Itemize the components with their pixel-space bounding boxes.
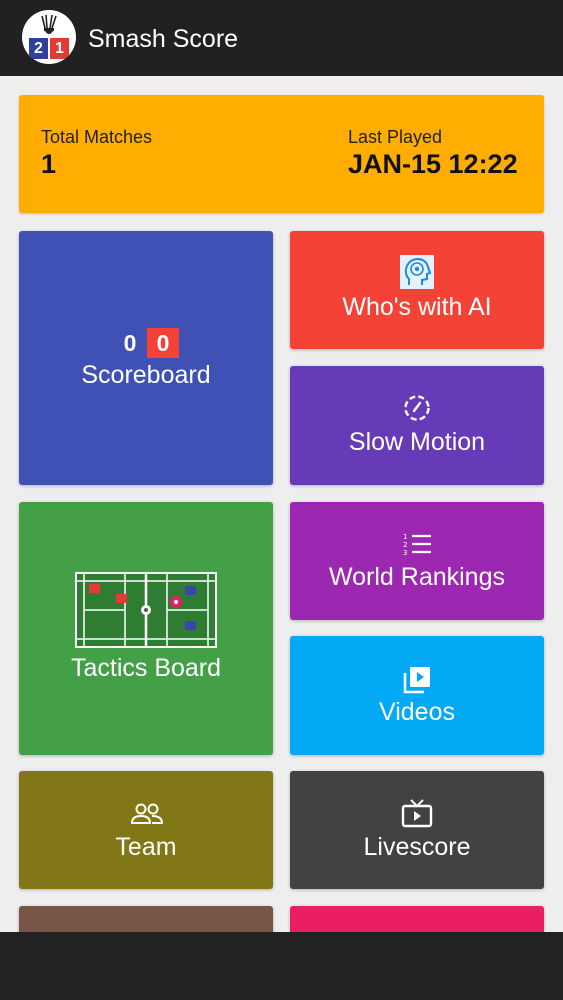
- app-title: Smash Score: [88, 25, 239, 53]
- logo-digit-left: 2: [29, 38, 48, 59]
- live-tv-icon: [401, 799, 433, 828]
- tactics-board-label: Tactics Board: [70, 654, 222, 682]
- video-library-icon: [403, 667, 430, 694]
- videos-label: Videos: [379, 698, 455, 726]
- world-rankings-label: World Rankings: [328, 563, 505, 591]
- score-left: 0: [123, 330, 137, 356]
- badminton-court-icon: [75, 572, 217, 648]
- bottom-bar: [0, 932, 563, 1000]
- people-icon: [131, 803, 163, 824]
- svg-text:1: 1: [403, 533, 407, 541]
- numbered-list-icon: 1 2 3: [403, 533, 431, 556]
- livescore-label: Livescore: [363, 833, 471, 861]
- app-logo: 2 1: [22, 10, 76, 64]
- ai-tile[interactable]: Who's with AI: [290, 231, 544, 349]
- team-label: Team: [115, 833, 177, 861]
- slow-motion-tile[interactable]: Slow Motion: [290, 366, 544, 485]
- ai-label: Who's with AI: [342, 293, 492, 321]
- videos-tile[interactable]: Videos: [290, 636, 544, 755]
- team-tile[interactable]: Team: [19, 771, 273, 889]
- world-rankings-tile[interactable]: 1 2 3 World Rankings: [290, 502, 544, 620]
- score-right: 0: [147, 328, 179, 358]
- svg-text:2: 2: [403, 541, 407, 549]
- match-summary-card[interactable]: Total Matches 1 Last Played JAN-15 12:22: [19, 95, 544, 213]
- total-matches-label: Total Matches: [41, 127, 153, 147]
- svg-text:3: 3: [403, 549, 407, 556]
- last-played-label: Last Played: [348, 127, 443, 147]
- tactics-board-tile[interactable]: Tactics Board: [19, 502, 273, 755]
- scoreboard-tile[interactable]: 0 0 Scoreboard: [19, 231, 273, 485]
- livescore-tile[interactable]: Livescore: [290, 771, 544, 889]
- logo-digit-right: 1: [50, 38, 69, 59]
- last-played-value: JAN-15 12:22: [348, 149, 518, 179]
- ai-head-icon: [400, 255, 434, 289]
- total-matches-value: 1: [41, 149, 57, 179]
- shuttlecock-icon: [41, 14, 57, 34]
- scoreboard-label: Scoreboard: [81, 361, 211, 389]
- slow-motion-icon: [404, 395, 430, 421]
- app-bar: 2 1 Smash Score: [0, 0, 563, 76]
- slow-motion-label: Slow Motion: [348, 428, 486, 456]
